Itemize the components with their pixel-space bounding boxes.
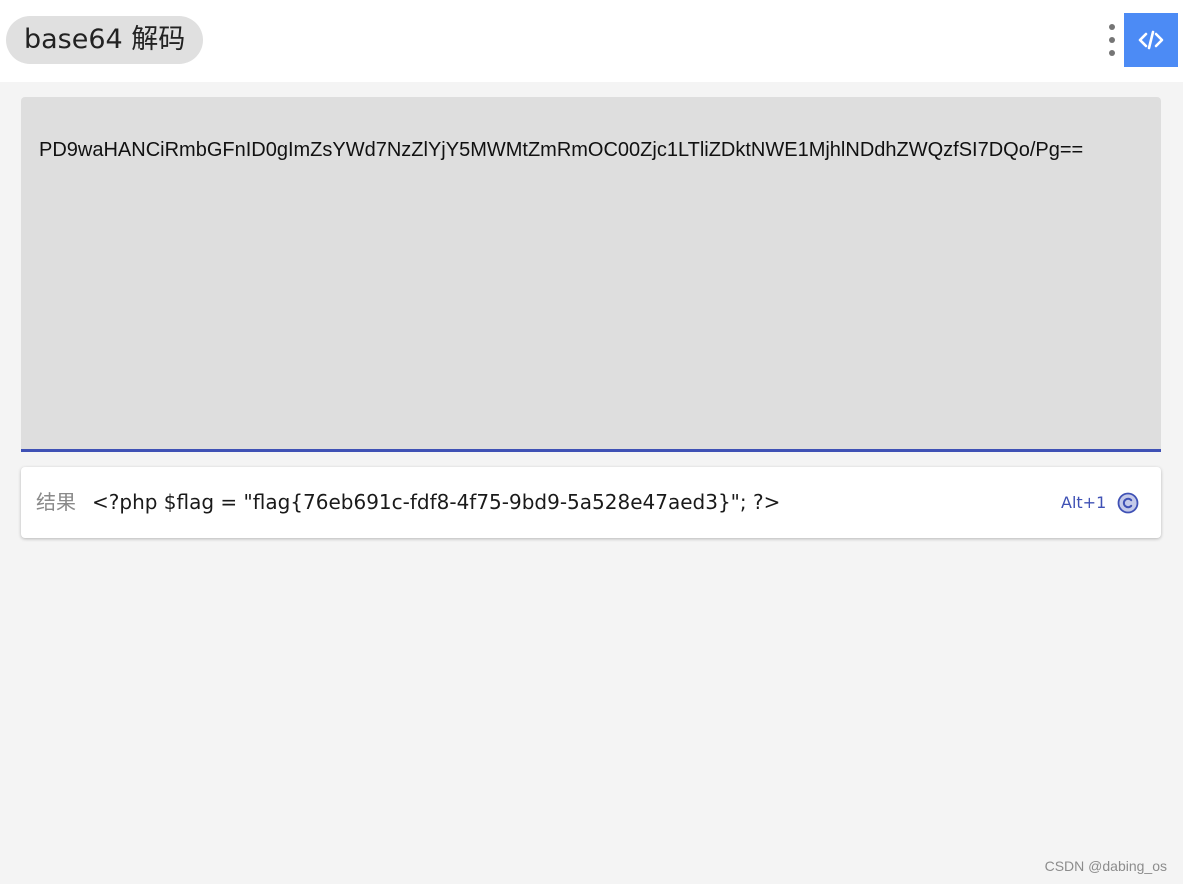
more-vertical-icon-dot [1109,37,1115,43]
copy-c-icon[interactable] [1117,492,1139,514]
result-value[interactable]: <?php $flag = "flag{76eb691c-fdf8-4f75-9… [92,467,780,538]
code-view-button[interactable] [1124,13,1178,67]
more-vertical-icon-dot [1109,50,1115,56]
more-vertical-icon [1109,24,1115,30]
more-options-button[interactable] [1100,20,1124,60]
top-bar: base64 解码 [0,0,1183,82]
result-label: 结果 [36,490,76,514]
base64-input-field[interactable]: PD9waHANCiRmbGFnID0gImZsYWd7NzZlYjY5MWMt… [21,97,1161,452]
base64-input-text[interactable]: PD9waHANCiRmbGFnID0gImZsYWd7NzZlYjY5MWMt… [39,139,1147,161]
watermark: CSDN @dabing_os [1044,858,1167,874]
result-card: 结果 <?php $flag = "flag{76eb691c-fdf8-4f7… [21,467,1161,538]
page-title: base64 解码 [6,16,204,64]
code-icon [1138,30,1164,50]
shortcut-hint: Alt+1 [1061,493,1107,512]
